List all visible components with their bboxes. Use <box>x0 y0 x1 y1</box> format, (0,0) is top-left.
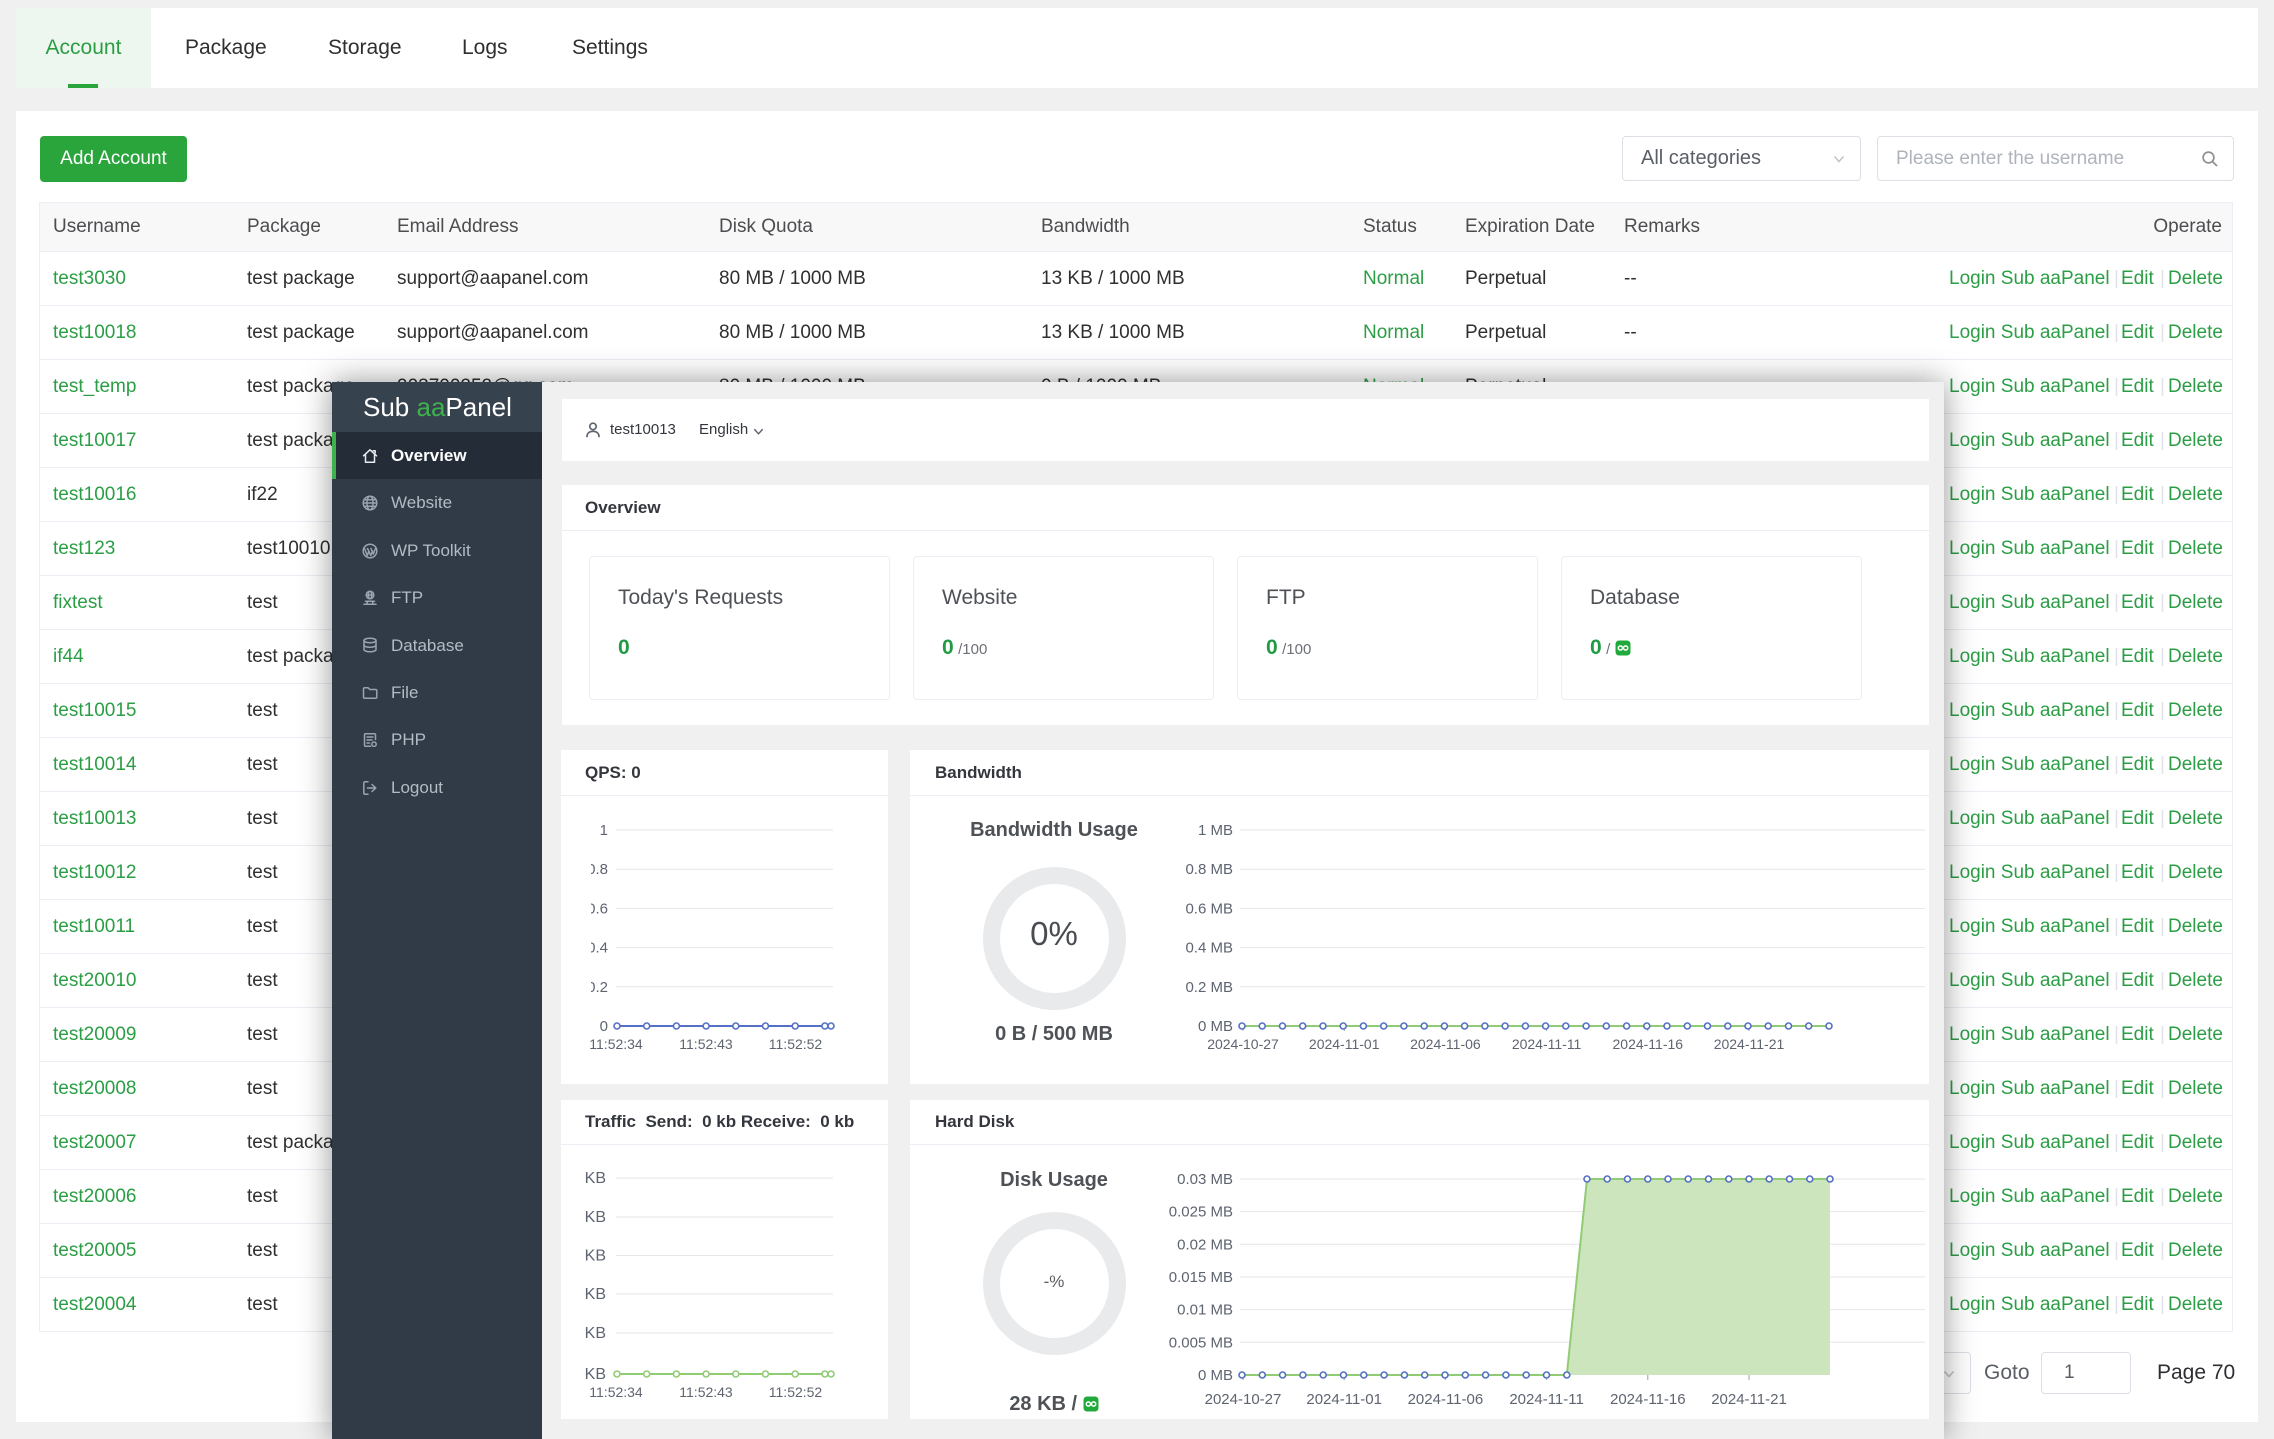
svg-text:2024-11-16: 2024-11-16 <box>1613 1036 1684 1052</box>
svg-text:KB: KB <box>585 1170 606 1187</box>
svg-text:KB: KB <box>585 1209 606 1226</box>
svg-text:2024-11-01: 2024-11-01 <box>1306 1391 1382 1408</box>
svg-text:11:52:52: 11:52:52 <box>769 1036 823 1052</box>
svg-text:0.01 MB: 0.01 MB <box>1177 1302 1233 1319</box>
svg-text:0.03 MB: 0.03 MB <box>1177 1171 1233 1188</box>
svg-text:2024-10-27: 2024-10-27 <box>1205 1391 1282 1408</box>
svg-text:KB: KB <box>585 1286 606 1303</box>
svg-text:11:52:43: 11:52:43 <box>679 1384 733 1400</box>
svg-text:KB: KB <box>585 1325 606 1342</box>
svg-text:2024-11-16: 2024-11-16 <box>1610 1391 1686 1408</box>
svg-text:0.015 MB: 0.015 MB <box>1169 1269 1233 1286</box>
svg-text:KB: KB <box>585 1248 606 1265</box>
svg-text:2024-11-11: 2024-11-11 <box>1509 1391 1584 1408</box>
svg-text:2024-11-01: 2024-11-01 <box>1309 1036 1380 1052</box>
svg-text:0 MB: 0 MB <box>1198 1018 1233 1035</box>
svg-text:0.4 MB: 0.4 MB <box>1185 940 1233 957</box>
svg-text:KB: KB <box>585 1366 606 1383</box>
svg-text:0.8 MB: 0.8 MB <box>1185 861 1233 878</box>
svg-text:0.005 MB: 0.005 MB <box>1169 1334 1233 1351</box>
svg-text:0.025 MB: 0.025 MB <box>1169 1204 1233 1221</box>
svg-text:2024-11-06: 2024-11-06 <box>1408 1391 1484 1408</box>
svg-text:2024-11-21: 2024-11-21 <box>1711 1391 1787 1408</box>
svg-text:0.2 MB: 0.2 MB <box>1185 979 1233 996</box>
svg-text:2024-11-21: 2024-11-21 <box>1714 1036 1785 1052</box>
svg-text:2024-10-27: 2024-10-27 <box>1207 1036 1279 1052</box>
svg-text:0 MB: 0 MB <box>1198 1367 1233 1384</box>
svg-text:2024-11-11: 2024-11-11 <box>1512 1036 1582 1052</box>
svg-text:11:52:52: 11:52:52 <box>769 1384 823 1400</box>
svg-text:1: 1 <box>600 822 608 839</box>
svg-text:1 MB: 1 MB <box>1198 822 1233 839</box>
svg-text:11:52:34: 11:52:34 <box>589 1384 643 1400</box>
svg-text:0.6 MB: 0.6 MB <box>1185 900 1233 917</box>
svg-text:0: 0 <box>600 1018 608 1035</box>
svg-text:0.02 MB: 0.02 MB <box>1177 1236 1233 1253</box>
svg-text:2024-11-06: 2024-11-06 <box>1410 1036 1481 1052</box>
svg-text:11:52:34: 11:52:34 <box>589 1036 643 1052</box>
svg-text:11:52:43: 11:52:43 <box>679 1036 733 1052</box>
